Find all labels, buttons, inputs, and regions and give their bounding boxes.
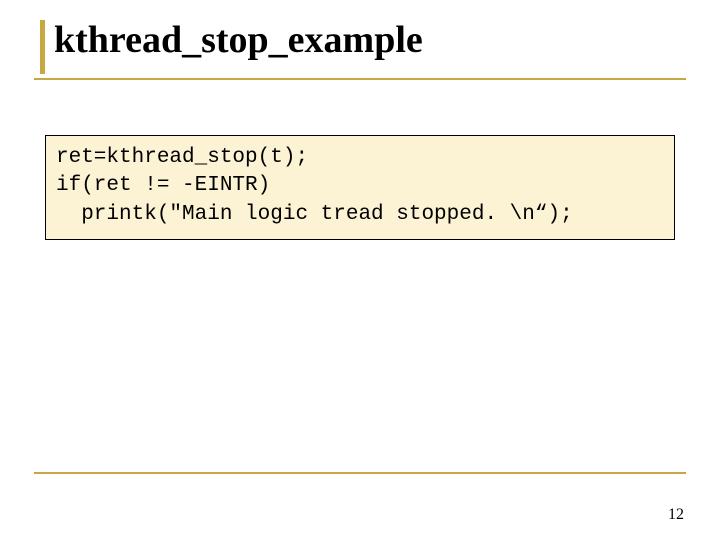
code-line: ret=kthread_stop(t); xyxy=(56,146,308,169)
slide-title: kthread_stop_example xyxy=(54,14,686,68)
page-number: 12 xyxy=(668,506,684,524)
code-line: printk("Main logic tread stopped. \n“); xyxy=(56,203,573,226)
code-line: if(ret != -EINTR) xyxy=(56,174,270,197)
divider-bottom xyxy=(34,472,686,474)
slide: kthread_stop_example ret=kthread_stop(t)… xyxy=(0,0,720,540)
title-accent-bar xyxy=(40,20,45,74)
code-block: ret=kthread_stop(t); if(ret != -EINTR) p… xyxy=(45,135,675,240)
divider-top xyxy=(34,78,686,80)
